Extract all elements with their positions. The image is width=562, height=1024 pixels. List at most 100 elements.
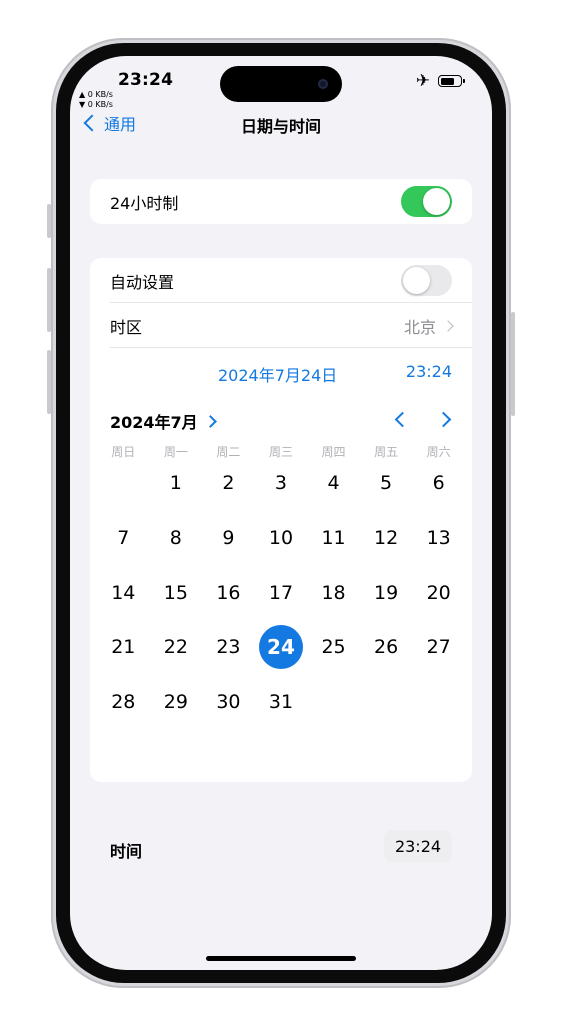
day-number: 2 <box>222 472 235 495</box>
calendar-day[interactable]: 3 <box>255 456 308 511</box>
month-picker-button[interactable]: 2024年7月 <box>110 409 217 433</box>
day-number: 12 <box>374 527 399 550</box>
calendar-day[interactable]: 7 <box>97 511 150 566</box>
day-number: 5 <box>380 472 393 495</box>
day-number: 1 <box>169 472 182 495</box>
day-number: 21 <box>111 636 136 659</box>
calendar-day[interactable]: 20 <box>412 565 465 620</box>
day-number: 10 <box>268 527 294 550</box>
day-number: 7 <box>117 527 130 550</box>
status-icons: ✈ <box>415 71 465 91</box>
day-number: 3 <box>274 472 288 495</box>
camera-icon <box>318 79 328 89</box>
airplane-icon: ✈ <box>415 71 430 91</box>
selected-date[interactable]: 2024年7月24日 <box>218 362 337 386</box>
selected-time[interactable]: 23:24 <box>406 362 452 381</box>
power-button <box>511 312 515 416</box>
month-nav <box>392 410 454 428</box>
calendar-section: 2024年7月24日 23:24 2024年7月 周日 周一 周二 周三 周四 周五 周六 … <box>90 348 472 862</box>
calendar-day[interactable]: 11 <box>307 511 360 566</box>
battery-icon <box>438 75 465 87</box>
calendar-day[interactable]: 22 <box>150 620 203 675</box>
hour24-row: 24小时制 <box>90 179 472 224</box>
day-number: 24 <box>258 625 303 670</box>
network-speed: ▲ 0 KB/s ▼ 0 KB/s <box>79 90 113 110</box>
upload-speed: ▲ 0 KB/s <box>79 90 113 99</box>
day-number: 13 <box>426 527 451 550</box>
calendar-day[interactable]: 31 <box>255 675 308 730</box>
volume-down-button <box>47 350 51 414</box>
day-number: 20 <box>426 581 451 604</box>
datetime-card: 自动设置 时区 北京 2024年7月24日 23:24 2024年7月 周日 周… <box>90 258 472 862</box>
toggle-knob <box>403 267 430 294</box>
day-number: 22 <box>163 636 188 659</box>
chevron-right-icon <box>435 411 452 428</box>
calendar-day[interactable]: 23 <box>202 620 255 675</box>
day-number: 14 <box>111 581 136 604</box>
calendar-day[interactable]: 1 <box>150 456 203 511</box>
auto-set-label: 自动设置 <box>110 272 175 292</box>
calendar-day[interactable]: 21 <box>97 620 150 675</box>
day-number: 11 <box>321 527 346 550</box>
calendar-day[interactable]: 8 <box>150 511 203 566</box>
calendar-day[interactable]: 15 <box>150 565 203 620</box>
day-number: 23 <box>216 636 241 659</box>
day-number: 19 <box>374 581 399 604</box>
timezone-row[interactable]: 时区 北京 <box>90 303 472 348</box>
day-number: 26 <box>374 636 399 659</box>
calendar-day[interactable]: 5 <box>360 456 413 511</box>
screen: 23:24 ▲ 0 KB/s ▼ 0 KB/s ✈ 通用 日期与时间 24小时制… <box>70 56 492 970</box>
day-number: 8 <box>169 527 182 550</box>
day-number: 25 <box>321 636 346 659</box>
download-speed: ▼ 0 KB/s <box>79 100 113 109</box>
month-label: 2024年7月 <box>110 413 198 432</box>
calendar-day[interactable]: 4 <box>307 456 360 511</box>
day-number: 18 <box>321 581 346 604</box>
home-indicator[interactable] <box>206 956 356 961</box>
calendar-day[interactable]: 26 <box>360 620 413 675</box>
timezone-value-group: 北京 <box>403 314 454 338</box>
auto-set-toggle[interactable] <box>401 265 452 296</box>
chevron-right-icon <box>442 319 454 332</box>
calendar-day[interactable]: 10 <box>255 511 308 566</box>
calendar-day[interactable]: 28 <box>97 675 150 730</box>
time-picker-button[interactable]: 23:24 <box>384 830 452 862</box>
chevron-right-icon <box>203 414 217 428</box>
day-number: 27 <box>426 636 451 659</box>
calendar-day[interactable]: 27 <box>412 620 465 675</box>
day-number: 15 <box>163 581 188 604</box>
calendar-day-selected[interactable]: 24 <box>255 620 308 675</box>
calendar-day[interactable]: 16 <box>202 565 255 620</box>
day-number: 28 <box>111 691 136 714</box>
calendar-day[interactable]: 29 <box>150 675 203 730</box>
calendar-day[interactable]: 30 <box>202 675 255 730</box>
hour24-label: 24小时制 <box>110 193 179 213</box>
calendar-day[interactable]: 6 <box>412 456 465 511</box>
calendar-day[interactable]: 17 <box>255 565 308 620</box>
day-number: 16 <box>216 581 241 604</box>
timezone-value: 北京 <box>403 317 436 337</box>
prev-month-button[interactable] <box>392 410 411 428</box>
chevron-left-icon <box>394 411 411 428</box>
calendar-day[interactable]: 12 <box>360 511 413 566</box>
empty-day-cell <box>97 456 150 511</box>
dynamic-island <box>220 66 342 102</box>
day-number: 6 <box>432 472 445 495</box>
auto-set-row: 自动设置 <box>90 258 472 303</box>
calendar-day[interactable]: 2 <box>202 456 255 511</box>
page-title: 日期与时间 <box>240 117 321 136</box>
hour24-card: 24小时制 <box>90 179 472 224</box>
next-month-button[interactable] <box>435 410 454 428</box>
calendar-day[interactable]: 13 <box>412 511 465 566</box>
timezone-label: 时区 <box>110 317 143 337</box>
calendar-day[interactable]: 9 <box>202 511 255 566</box>
calendar-day[interactable]: 25 <box>307 620 360 675</box>
day-number: 9 <box>222 527 235 550</box>
calendar-day[interactable]: 14 <box>97 565 150 620</box>
calendar-day[interactable]: 18 <box>307 565 360 620</box>
day-number: 4 <box>327 472 340 495</box>
calendar-day[interactable]: 19 <box>360 565 413 620</box>
calendar-grid: 1 2 3 4 5 6 7 8 9 10 11 12 13 14 15 16 17 18 19 20 21 22 23 24 2… <box>97 456 465 729</box>
hour24-toggle[interactable] <box>401 186 452 217</box>
toggle-knob <box>423 188 450 215</box>
